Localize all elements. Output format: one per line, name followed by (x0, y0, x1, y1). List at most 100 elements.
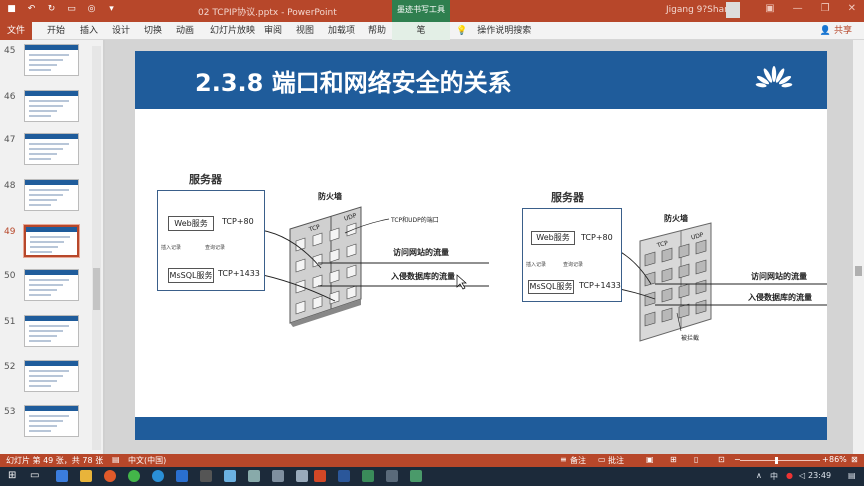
thumbnail-text-line (29, 279, 69, 281)
thumbnail-text-line (29, 59, 63, 61)
undo-icon[interactable]: ↶ (26, 4, 37, 15)
wechat-icon[interactable] (128, 470, 140, 482)
slide-thumbnail[interactable]: 46 (0, 90, 94, 130)
reading-view-icon[interactable]: ▯ (694, 455, 698, 464)
slide-thumbnail[interactable]: 47 (0, 133, 94, 173)
save-icon[interactable]: ■ (6, 4, 17, 15)
close-icon[interactable]: ✕ (848, 3, 856, 14)
tab-design[interactable]: 设计 (110, 22, 132, 40)
tab-slideshow[interactable]: 幻灯片放映 (208, 22, 257, 40)
ie-icon[interactable] (176, 470, 188, 482)
notes-button[interactable]: 备注 (570, 455, 586, 466)
app4-icon[interactable] (296, 470, 308, 482)
touch-mode-icon[interactable]: ◎ (86, 4, 97, 15)
slide-thumbnail[interactable]: 50 (0, 269, 94, 309)
edge-icon[interactable] (56, 470, 68, 482)
app5-icon[interactable] (362, 470, 374, 482)
slide-thumbnail-image[interactable] (24, 360, 79, 392)
tab-view[interactable]: 视图 (294, 22, 316, 40)
slide-thumbnail-image[interactable] (24, 405, 79, 437)
tab-file[interactable]: 文件 (0, 22, 32, 40)
fit-slide-icon[interactable]: ⊠ (851, 455, 858, 464)
slide-thumbnail-image[interactable] (24, 133, 79, 165)
redo-icon[interactable]: ↻ (46, 4, 57, 15)
thumbnail-text-line (29, 375, 63, 377)
app6-icon[interactable] (386, 470, 398, 482)
tab-review[interactable]: 审阅 (262, 22, 284, 40)
comments-button[interactable]: 批注 (608, 455, 624, 466)
thumbnail-text-line (29, 54, 69, 56)
app7-icon[interactable] (410, 470, 422, 482)
slideshow-view-icon[interactable]: ⊡ (718, 455, 725, 464)
normal-view-icon[interactable]: ▣ (646, 455, 654, 464)
tell-me-search[interactable]: 💡 操作说明搜索 (456, 22, 531, 40)
terminal-icon[interactable] (200, 470, 212, 482)
slide-thumbnail-image[interactable] (24, 179, 79, 211)
port-note-left: TCP和UDP的端口 (391, 217, 439, 224)
present-icon[interactable]: ▭ (66, 4, 77, 15)
slide-thumbnail-image[interactable] (23, 224, 80, 258)
app-icon[interactable] (104, 470, 116, 482)
slide-thumbnail[interactable]: 48 (0, 179, 94, 219)
thumbnail-header-band (25, 361, 78, 366)
clock[interactable]: 23:49 (808, 471, 831, 480)
mail-icon[interactable] (224, 470, 236, 482)
user-name[interactable]: Jigang 9?Shan (666, 5, 730, 15)
restore-icon[interactable]: ❐ (821, 3, 830, 14)
window-controls: ▣ — ❐ ✕ (765, 3, 856, 14)
slide-thumbnail-image[interactable] (24, 315, 79, 347)
zoom-in-icon[interactable]: + (822, 455, 829, 464)
slide-thumbnail[interactable]: 45 (0, 44, 94, 84)
query-note-left: 查询记录 (205, 245, 226, 251)
slide-thumbnail[interactable]: 52 (0, 360, 94, 400)
language-indicator[interactable]: 中文(中国) (128, 455, 166, 466)
thumbnail-text-line (29, 189, 69, 191)
slide-thumbnail[interactable]: 49 (0, 224, 94, 265)
slide-sorter-icon[interactable]: ⊞ (670, 455, 677, 464)
thumbnail-scrollbar[interactable] (92, 46, 101, 450)
share-button[interactable]: 👤 共享 (820, 22, 852, 40)
tab-addins[interactable]: 加载项 (326, 22, 357, 40)
editor-scrollbar[interactable] (853, 40, 864, 454)
avatar[interactable] (726, 2, 740, 18)
comments-icon: ▭ (598, 455, 606, 464)
antivirus-icon[interactable]: ● (786, 471, 793, 480)
scrollbar-thumb[interactable] (93, 268, 100, 310)
slide-canvas[interactable]: 2.3.8 端口和网络安全的关系 服务器 Web服务 MsSQL服务 TCP+8… (135, 51, 827, 440)
slide-thumbnail-image[interactable] (24, 44, 79, 76)
tab-help[interactable]: 帮助 (366, 22, 388, 40)
powerpoint-icon[interactable] (314, 470, 326, 482)
slide-thumbnail[interactable]: 53 (0, 405, 94, 445)
scrollbar-thumb[interactable] (855, 266, 862, 276)
folder-icon[interactable] (80, 470, 92, 482)
spellcheck-icon[interactable]: ▤ (112, 455, 120, 464)
app3-icon[interactable] (272, 470, 284, 482)
qq-icon[interactable] (152, 470, 164, 482)
minimize-icon[interactable]: — (793, 3, 803, 14)
tab-pen[interactable]: 笔 (392, 22, 450, 40)
slide-thumbnail-image[interactable] (24, 269, 79, 301)
ribbon-display-icon[interactable]: ▣ (765, 3, 774, 14)
thumbnail-text-line (29, 380, 57, 382)
task-view-icon[interactable]: ▭ (30, 470, 42, 482)
tab-home[interactable]: 开始 (45, 22, 67, 40)
slide-number: 49 (4, 227, 16, 237)
thumbnail-text-line (29, 199, 57, 201)
thumbnail-text-line (29, 420, 63, 422)
tab-transitions[interactable]: 切换 (142, 22, 164, 40)
volume-icon[interactable]: ◁ (799, 471, 805, 480)
zoom-slider[interactable] (740, 460, 820, 461)
start-icon[interactable]: ⊞ (8, 470, 20, 482)
customize-qat-icon[interactable]: ▾ (106, 4, 117, 15)
zoom-level[interactable]: 86% (829, 455, 847, 464)
tray-up-icon[interactable]: ∧ (756, 471, 762, 480)
notification-icon[interactable]: ▤ (848, 471, 856, 480)
slide-thumbnail[interactable]: 51 (0, 315, 94, 355)
app2-icon[interactable] (248, 470, 260, 482)
tab-animations[interactable]: 动画 (174, 22, 196, 40)
tab-insert[interactable]: 插入 (78, 22, 100, 40)
word-icon[interactable] (338, 470, 350, 482)
zoom-slider-thumb[interactable] (775, 457, 778, 464)
ime-indicator[interactable]: 中 (770, 471, 778, 482)
slide-thumbnail-image[interactable] (24, 90, 79, 122)
